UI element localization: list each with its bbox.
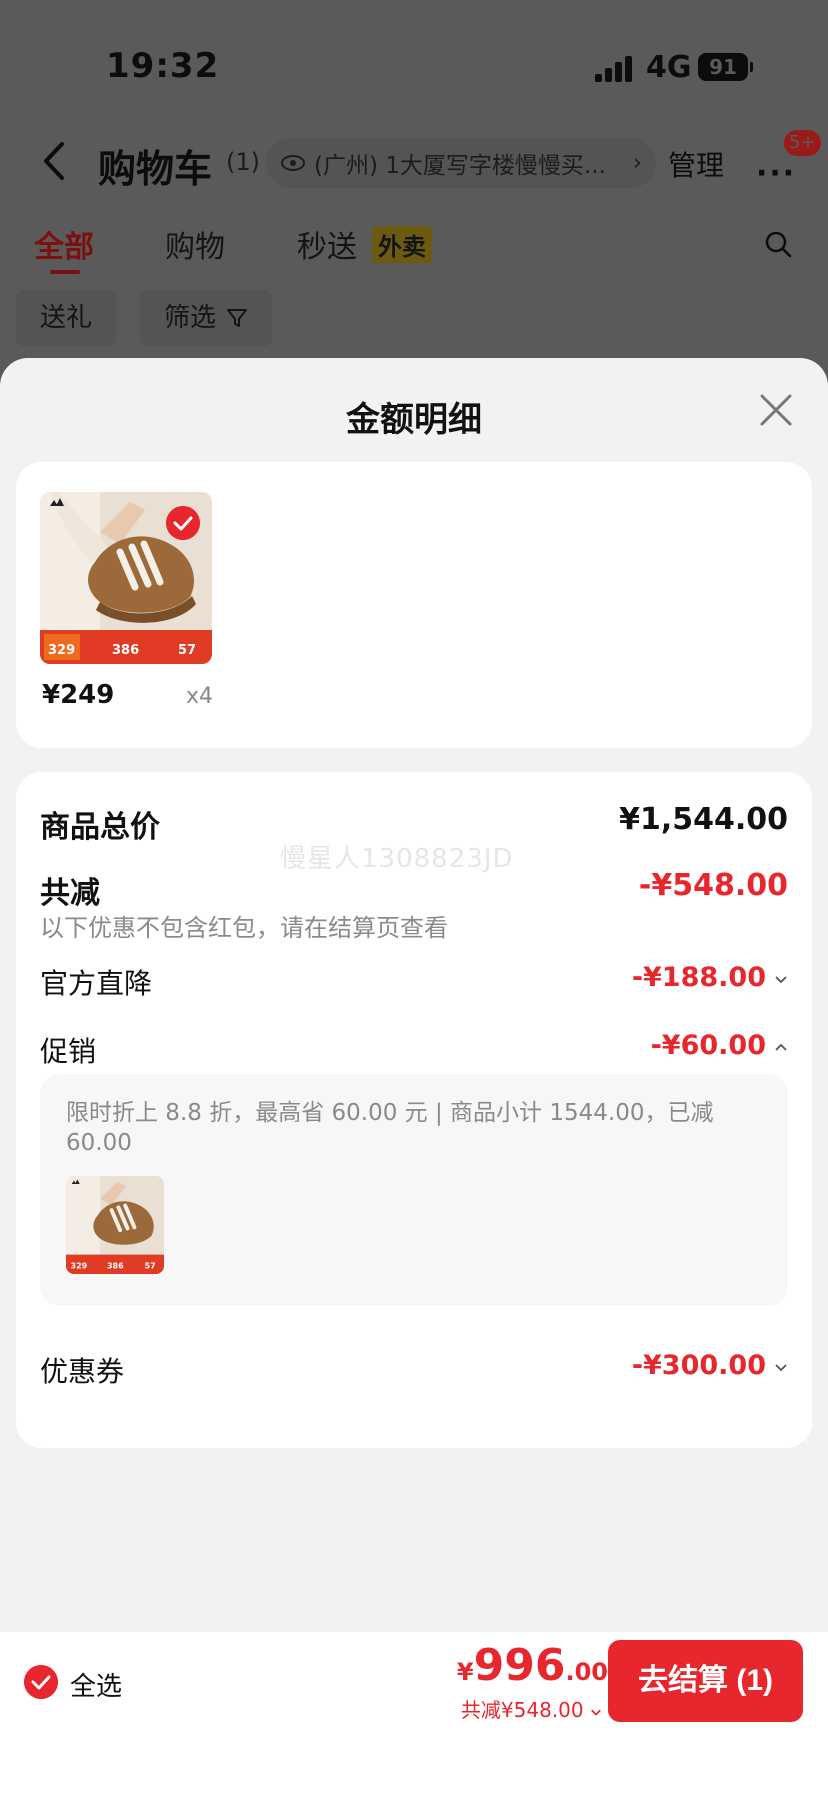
cart-count: (1) [226, 148, 260, 176]
tab-shopping[interactable]: 购物 [165, 222, 225, 266]
checkout-bar: 全选 ¥996.00 共减¥548.00 去结算 (1) [0, 1632, 828, 1730]
promotion-product-thumbnail: 329 386 57 [66, 1176, 164, 1274]
home-indicator-area [0, 1730, 828, 1801]
total-label: 商品总价 [40, 810, 160, 845]
coupon-amount: -¥300.00 [632, 1350, 788, 1381]
total-payable: ¥996.00 [457, 1640, 608, 1691]
amount-detail-sheet: 金额明细 329 386 57 ¥249 x4 慢星人1308823JD 商品总… [0, 358, 828, 1801]
eye-icon [281, 155, 305, 171]
select-all-checkbox[interactable] [24, 1665, 58, 1699]
address-selector[interactable]: (广州) 1大厦写字楼慢慢买... › [266, 138, 656, 188]
unit-price: ¥249 [42, 680, 115, 710]
official-discount-row[interactable]: 官方直降 -¥188.00 [40, 962, 788, 1002]
promotion-row[interactable]: 促销 -¥60.00 [40, 1030, 788, 1070]
status-bar: 19:32 4G 91 [0, 0, 828, 130]
total-value: ¥1,544.00 [619, 802, 788, 837]
filter-chip-label: 筛选 [164, 303, 217, 333]
gift-chip[interactable]: 送礼 [16, 290, 117, 346]
nav-bar: 购物车 (1) (广州) 1大厦写字楼慢慢买... › 管理 ··· 5+ [0, 126, 828, 196]
coupon-value: -¥300.00 [631, 1350, 766, 1381]
reduction-label: 共减 [40, 876, 100, 911]
reduction-value: -¥548.00 [638, 868, 788, 903]
promotion-value: -¥60.00 [650, 1030, 766, 1061]
promotion-amount: -¥60.00 [651, 1030, 788, 1061]
reduction-note: 以下优惠不包含红包，请在结算页查看 [40, 914, 448, 942]
filter-chip[interactable]: 筛选 [140, 290, 273, 346]
network-label: 4G [646, 50, 692, 85]
filter-icon [227, 309, 248, 327]
total-row: 商品总价 ¥1,544.00 [40, 802, 788, 845]
official-discount-amount: -¥188.00 [632, 962, 788, 993]
coupon-label: 优惠券 [40, 1355, 125, 1388]
saved-amount: 共减¥548.00 [460, 1698, 584, 1722]
promotion-detail: 限时折上 8.8 折，最高省 60.00 元 | 商品小计 1544.00，已减… [40, 1074, 788, 1306]
chevron-up-icon [775, 1043, 787, 1051]
chevron-down-icon [591, 1709, 601, 1716]
selected-check-icon[interactable] [166, 506, 200, 540]
price-decimal: .00 [565, 1658, 608, 1686]
currency-symbol: ¥ [456, 1658, 474, 1686]
select-all-label[interactable]: 全选 [70, 1666, 122, 1703]
sheet-title: 金额明细 [346, 400, 482, 440]
filter-chips: 送礼 筛选 [0, 290, 828, 346]
tab-all[interactable]: 全部 [34, 222, 94, 266]
chevron-left-icon[interactable] [40, 140, 68, 182]
promotion-description: 限时折上 8.8 折，最高省 60.00 元 | 商品小计 1544.00，已减… [66, 1100, 714, 1156]
search-icon[interactable] [764, 230, 792, 258]
category-tabs: 全部 购物 秒送 外卖 [0, 222, 828, 282]
svg-text:57: 57 [145, 1261, 156, 1270]
sneaker-image: 329 386 57 [66, 1176, 164, 1274]
address-text: (广州) 1大厦写字楼慢慢买... [314, 153, 606, 179]
manage-button[interactable]: 管理 [668, 144, 724, 184]
battery-icon: 91 [698, 53, 753, 81]
svg-text:386: 386 [112, 643, 139, 658]
svg-text:57: 57 [178, 643, 196, 658]
product-card: 329 386 57 ¥249 x4 [16, 462, 812, 748]
message-badge: 5+ [784, 130, 821, 156]
official-discount-label: 官方直降 [40, 967, 153, 1000]
tab-active-indicator [50, 270, 80, 274]
chevron-down-icon [775, 975, 787, 983]
more-dots-icon[interactable]: ··· [756, 156, 796, 191]
coupon-row[interactable]: 优惠券 -¥300.00 [40, 1350, 788, 1390]
status-time: 19:32 [106, 46, 220, 86]
page-title: 购物车 [98, 147, 213, 191]
chevron-down-icon [775, 1363, 787, 1371]
close-icon[interactable] [758, 392, 794, 428]
tab-instant-delivery[interactable]: 秒送 [297, 222, 357, 266]
svg-text:329: 329 [48, 643, 75, 658]
promotion-label: 促销 [40, 1035, 97, 1068]
official-discount-value: -¥188.00 [631, 962, 766, 993]
reduction-row: 共减 -¥548.00 [40, 868, 788, 911]
svg-text:329: 329 [71, 1261, 88, 1270]
saved-amount-toggle[interactable]: 共减¥548.00 [461, 1694, 602, 1723]
chevron-right-icon: › [632, 150, 642, 176]
svg-text:386: 386 [107, 1261, 124, 1270]
takeout-tag: 外卖 [372, 226, 432, 263]
signal-icon [595, 56, 635, 82]
quantity: x4 [186, 684, 214, 709]
checkout-button[interactable]: 去结算 (1) [608, 1640, 803, 1722]
amount-detail-card: 慢星人1308823JD 商品总价 ¥1,544.00 共减 -¥548.00 … [16, 772, 812, 1448]
price-integer: 996 [473, 1640, 566, 1691]
